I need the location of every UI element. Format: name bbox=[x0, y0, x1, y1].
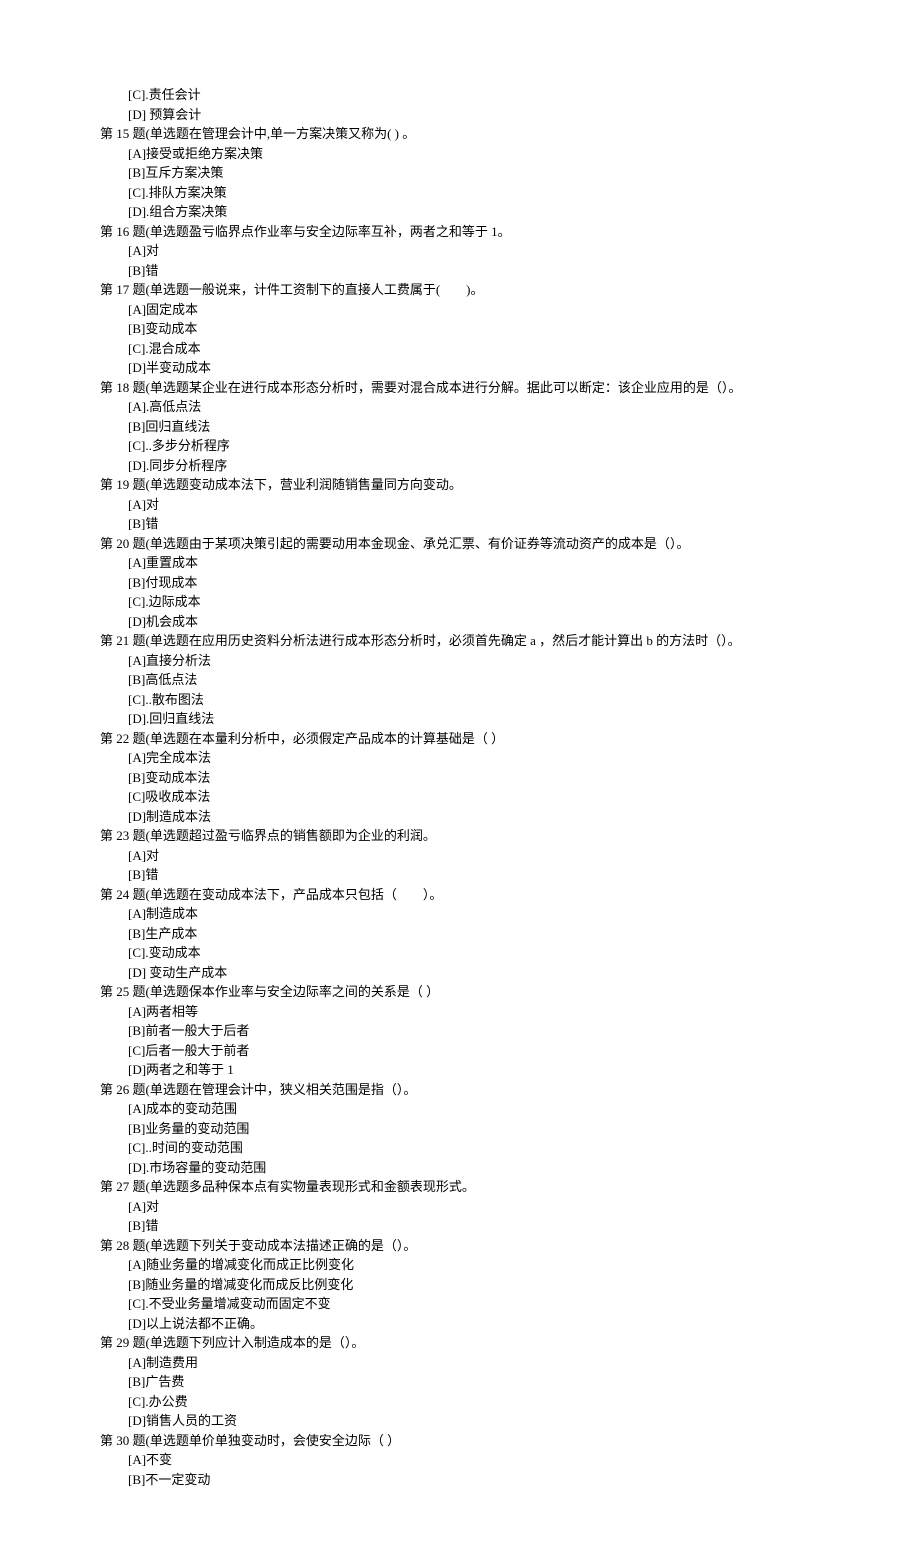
option-line: [A]完全成本法 bbox=[100, 748, 820, 768]
option-line: [D] 变动生产成本 bbox=[100, 963, 820, 983]
option-line: [B]生产成本 bbox=[100, 924, 820, 944]
option-line: [B]错 bbox=[100, 865, 820, 885]
option-line: [C].责任会计 bbox=[100, 85, 820, 105]
option-line: [C].变动成本 bbox=[100, 943, 820, 963]
question-line: 第 23 题(单选题超过盈亏临界点的销售额即为企业的利润。 bbox=[100, 826, 820, 846]
option-line: [A]两者相等 bbox=[100, 1002, 820, 1022]
option-line: [A]直接分析法 bbox=[100, 651, 820, 671]
question-line: 第 19 题(单选题变动成本法下，营业利润随销售量同方向变动。 bbox=[100, 475, 820, 495]
option-line: [A]固定成本 bbox=[100, 300, 820, 320]
option-line: [B]互斥方案决策 bbox=[100, 163, 820, 183]
option-line: [B]错 bbox=[100, 1216, 820, 1236]
option-line: [A].高低点法 bbox=[100, 397, 820, 417]
option-line: [B]前者一般大于后者 bbox=[100, 1021, 820, 1041]
question-line: 第 15 题(单选题在管理会计中,单一方案决策又称为( ) 。 bbox=[100, 124, 820, 144]
option-line: [D].组合方案决策 bbox=[100, 202, 820, 222]
option-line: [D]以上说法都不正确。 bbox=[100, 1314, 820, 1334]
option-line: [A]重置成本 bbox=[100, 553, 820, 573]
option-line: [A]对 bbox=[100, 846, 820, 866]
option-line: [D].回归直线法 bbox=[100, 709, 820, 729]
option-line: [D]销售人员的工资 bbox=[100, 1411, 820, 1431]
option-line: [A]制造成本 bbox=[100, 904, 820, 924]
option-line: [C].排队方案决策 bbox=[100, 183, 820, 203]
option-line: [D].市场容量的变动范围 bbox=[100, 1158, 820, 1178]
option-line: [A]对 bbox=[100, 495, 820, 515]
exam-page: [C].责任会计[D] 预算会计第 15 题(单选题在管理会计中,单一方案决策又… bbox=[0, 0, 920, 1549]
question-line: 第 21 题(单选题在应用历史资料分析法进行成本形态分析时，必须首先确定 a ，… bbox=[100, 631, 820, 651]
question-line: 第 30 题(单选题单价单独变动时，会使安全边际（ ） bbox=[100, 1431, 820, 1451]
option-line: [A]随业务量的增减变化而成正比例变化 bbox=[100, 1255, 820, 1275]
question-line: 第 17 题(单选题一般说来，计件工资制下的直接人工费属于( )。 bbox=[100, 280, 820, 300]
option-line: [B]付现成本 bbox=[100, 573, 820, 593]
question-line: 第 18 题(单选题某企业在进行成本形态分析时，需要对混合成本进行分解。据此可以… bbox=[100, 378, 820, 398]
option-line: [C]..时间的变动范围 bbox=[100, 1138, 820, 1158]
option-line: [B]变动成本法 bbox=[100, 768, 820, 788]
option-line: [B]随业务量的增减变化而成反比例变化 bbox=[100, 1275, 820, 1295]
option-line: [B]不一定变动 bbox=[100, 1470, 820, 1490]
option-line: [D]制造成本法 bbox=[100, 807, 820, 827]
option-line: [D]机会成本 bbox=[100, 612, 820, 632]
question-line: 第 22 题(单选题在本量利分析中，必须假定产品成本的计算基础是（ ） bbox=[100, 729, 820, 749]
question-line: 第 27 题(单选题多品种保本点有实物量表现形式和金额表现形式。 bbox=[100, 1177, 820, 1197]
option-line: [A]成本的变动范围 bbox=[100, 1099, 820, 1119]
question-line: 第 26 题(单选题在管理会计中，狭义相关范围是指（）。 bbox=[100, 1080, 820, 1100]
question-line: 第 29 题(单选题下列应计入制造成本的是（）。 bbox=[100, 1333, 820, 1353]
option-line: [A]对 bbox=[100, 1197, 820, 1217]
option-line: [C].混合成本 bbox=[100, 339, 820, 359]
option-line: [B]高低点法 bbox=[100, 670, 820, 690]
option-line: [D] 预算会计 bbox=[100, 105, 820, 125]
option-line: [C].不受业务量增减变动而固定不变 bbox=[100, 1294, 820, 1314]
option-line: [B]错 bbox=[100, 514, 820, 534]
option-line: [C]后者一般大于前者 bbox=[100, 1041, 820, 1061]
option-line: [C]..多步分析程序 bbox=[100, 436, 820, 456]
option-line: [B]回归直线法 bbox=[100, 417, 820, 437]
option-line: [B]广告费 bbox=[100, 1372, 820, 1392]
question-line: 第 20 题(单选题由于某项决策引起的需要动用本金现金、承兑汇票、有价证券等流动… bbox=[100, 534, 820, 554]
option-line: [C]..散布图法 bbox=[100, 690, 820, 710]
option-line: [B]错 bbox=[100, 261, 820, 281]
question-line: 第 24 题(单选题在变动成本法下，产品成本只包括（ ）。 bbox=[100, 885, 820, 905]
option-line: [B]变动成本 bbox=[100, 319, 820, 339]
option-line: [D]两者之和等于 1 bbox=[100, 1060, 820, 1080]
option-line: [C]吸收成本法 bbox=[100, 787, 820, 807]
question-line: 第 25 题(单选题保本作业率与安全边际率之间的关系是（ ） bbox=[100, 982, 820, 1002]
option-line: [C].边际成本 bbox=[100, 592, 820, 612]
question-line: 第 28 题(单选题下列关于变动成本法描述正确的是（）。 bbox=[100, 1236, 820, 1256]
option-line: [D]半变动成本 bbox=[100, 358, 820, 378]
option-line: [B]业务量的变动范围 bbox=[100, 1119, 820, 1139]
option-line: [A]对 bbox=[100, 241, 820, 261]
question-line: 第 16 题(单选题盈亏临界点作业率与安全边际率互补，两者之和等于 1。 bbox=[100, 222, 820, 242]
option-line: [D].同步分析程序 bbox=[100, 456, 820, 476]
option-line: [A]接受或拒绝方案决策 bbox=[100, 144, 820, 164]
option-line: [A]不变 bbox=[100, 1450, 820, 1470]
option-line: [A]制造费用 bbox=[100, 1353, 820, 1373]
option-line: [C].办公费 bbox=[100, 1392, 820, 1412]
